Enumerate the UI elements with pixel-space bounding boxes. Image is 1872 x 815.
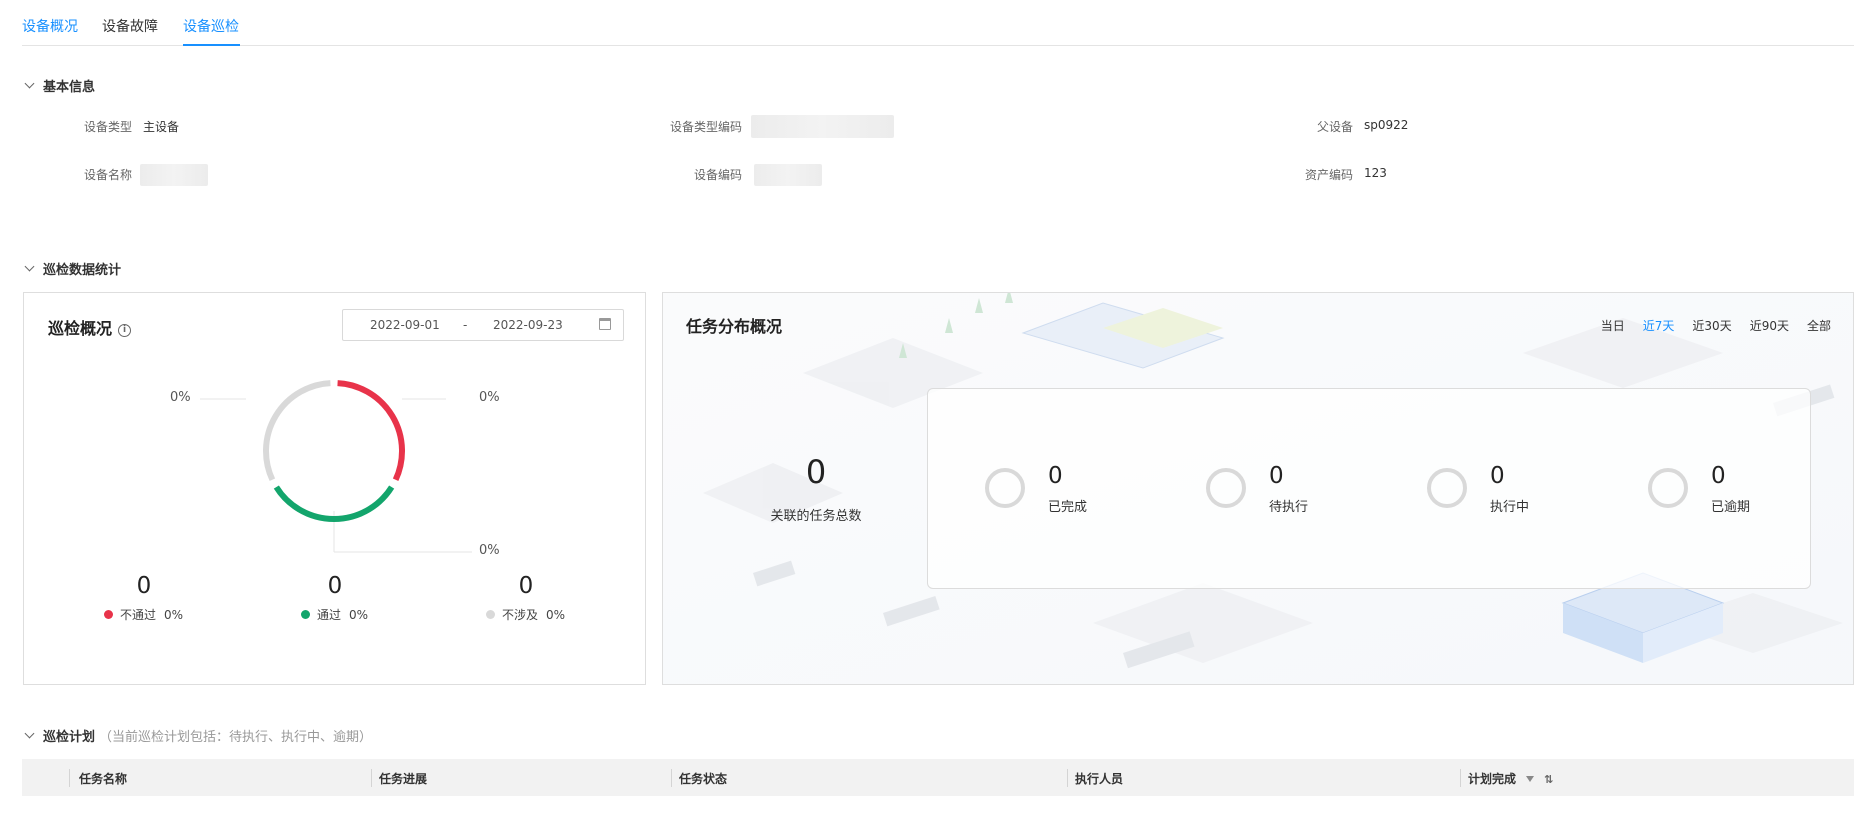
col-executor[interactable]: 执行人员 [1075, 770, 1123, 787]
value-device-name [140, 164, 208, 186]
col-task-progress[interactable]: 任务进展 [379, 770, 427, 787]
label-device-type: 设备类型 [83, 120, 132, 134]
distribution-title: 任务分布概况 [686, 317, 783, 336]
na-dot [486, 610, 495, 619]
pass-dot [301, 610, 310, 619]
range-all[interactable]: 全部 [1807, 317, 1831, 334]
section-inspection-plan[interactable]: 巡检计划 （当前巡检计划包括：待执行、执行中、逾期） [22, 726, 372, 745]
range-90-days[interactable]: 近90天 [1750, 317, 1789, 334]
count-pass: 0 [327, 573, 343, 599]
pct-top-right: 0% [479, 390, 500, 405]
plan-table-header: 任务名称 任务进展 任务状态 执行人员 计划完成 ⇅ [22, 759, 1854, 796]
pending-label: 待执行 [1269, 500, 1309, 515]
column-divider [1460, 769, 1461, 787]
legend-pass[interactable]: 通过 0% [301, 606, 368, 623]
section-plan-title: 巡检计划 [43, 730, 96, 745]
label-device-code: 设备编码 [693, 168, 742, 182]
overdue-label: 已逾期 [1711, 500, 1751, 515]
active-tab-indicator [183, 44, 240, 46]
section-basic-info[interactable]: 基本信息 [22, 76, 95, 95]
donut-arc-na [263, 380, 331, 482]
in-progress-ring-icon [1427, 468, 1467, 508]
pct-bottom-right: 0% [479, 543, 500, 558]
value-device-code [754, 164, 822, 186]
col-planned-completion-label: 计划完成 [1468, 772, 1517, 786]
column-divider [69, 769, 70, 787]
section-plan-note: （当前巡检计划包括：待执行、执行中、逾期） [99, 730, 373, 745]
time-range-selector: 当日 近7天 近30天 近90天 全部 [1601, 317, 1831, 334]
label-device-name: 设备名称 [83, 168, 132, 182]
total-task-label: 关联的任务总数 [770, 509, 862, 524]
legend-fail[interactable]: 不通过 0% [104, 606, 183, 623]
sort-icon[interactable]: ⇅ [1544, 773, 1553, 786]
column-divider [371, 769, 372, 787]
chevron-down-icon [24, 728, 35, 739]
col-task-status[interactable]: 任务状态 [679, 770, 727, 787]
overdue-ring-icon [1648, 468, 1688, 508]
legend-fail-pct: 0% [164, 607, 184, 622]
col-task-name[interactable]: 任务名称 [79, 770, 127, 787]
legend-na-label: 不涉及 [502, 608, 539, 622]
inspection-overview-card: 巡检概况 i 2022-09-01 - 2022-09-23 0% 0% 0% 0… [23, 292, 646, 685]
range-30-days[interactable]: 近30天 [1692, 317, 1731, 334]
completed-count: 0 [1048, 463, 1063, 489]
completed-ring-icon [985, 468, 1025, 508]
fail-dot [104, 610, 113, 619]
count-fail: 0 [136, 573, 152, 599]
section-inspection-stats-title: 巡检数据统计 [43, 263, 122, 278]
pending-count: 0 [1269, 463, 1284, 489]
donut-arc-fail [337, 380, 405, 482]
tab-device-fault[interactable]: 设备故障 [102, 16, 158, 36]
label-asset-code: 资产编码 [1304, 168, 1353, 182]
task-state-panel: 0 已完成 0 待执行 0 执行中 0 已逾期 [927, 388, 1811, 589]
col-planned-completion[interactable]: 计划完成 ⇅ [1468, 770, 1553, 787]
legend-na-pct: 0% [546, 607, 566, 622]
legend-fail-label: 不通过 [120, 608, 157, 622]
overdue-count: 0 [1711, 463, 1726, 489]
in-progress-count: 0 [1490, 463, 1505, 489]
completed-label: 已完成 [1048, 500, 1088, 515]
column-divider [671, 769, 672, 787]
range-7-days[interactable]: 近7天 [1643, 317, 1675, 334]
tab-bar: 设备概况 设备故障 设备巡检 [22, 0, 1854, 46]
value-device-type: 主设备 [143, 120, 180, 134]
column-divider [1067, 769, 1068, 787]
legend-pass-pct: 0% [349, 607, 369, 622]
value-device-type-code [751, 115, 894, 138]
section-basic-info-title: 基本信息 [43, 80, 96, 95]
filter-icon[interactable] [1526, 776, 1535, 782]
chevron-down-icon [24, 261, 35, 272]
value-asset-code: 123 [1364, 166, 1387, 180]
donut-chart [200, 380, 472, 553]
task-distribution-card: 任务分布概况 当日 近7天 近30天 近90天 全部 0 关联的任务总数 0 已… [662, 292, 1854, 685]
pending-ring-icon [1206, 468, 1246, 508]
section-inspection-stats[interactable]: 巡检数据统计 [22, 259, 121, 278]
legend-pass-label: 通过 [317, 608, 342, 622]
value-parent-device: sp0922 [1364, 118, 1409, 132]
in-progress-label: 执行中 [1490, 500, 1530, 515]
count-na: 0 [518, 573, 534, 599]
tab-device-inspection[interactable]: 设备巡检 [183, 16, 239, 36]
range-today[interactable]: 当日 [1601, 317, 1625, 334]
chevron-down-icon [24, 78, 35, 89]
total-task-count: 0 [805, 453, 827, 491]
tab-device-overview[interactable]: 设备概况 [22, 16, 78, 36]
label-device-type-code: 设备类型编码 [669, 120, 742, 134]
label-parent-device: 父设备 [1316, 120, 1353, 134]
pct-top-left: 0% [170, 390, 191, 405]
legend-na[interactable]: 不涉及 0% [486, 606, 565, 623]
